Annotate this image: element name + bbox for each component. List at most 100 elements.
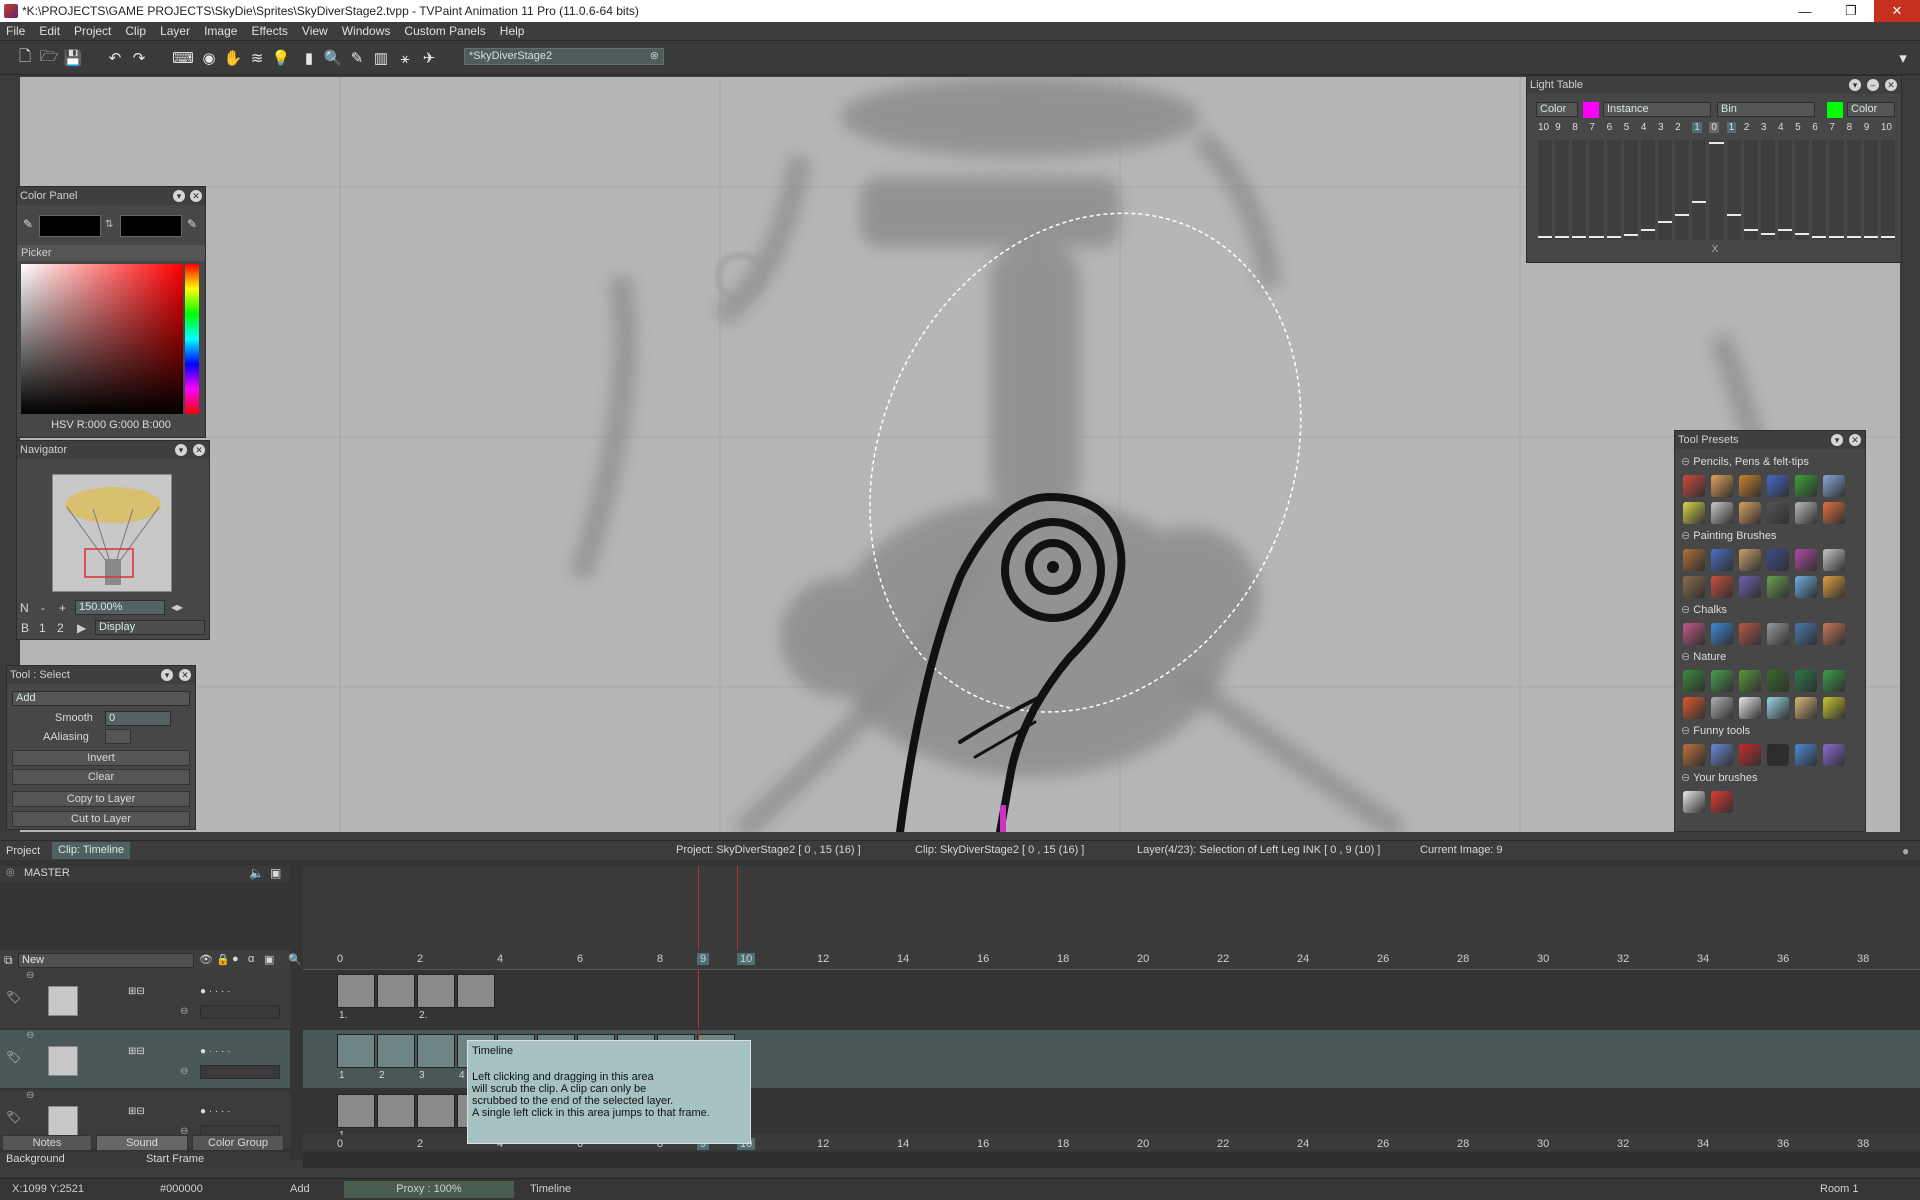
light-table-slider[interactable]	[1709, 140, 1724, 240]
collapse-icon[interactable]: ▾	[1849, 79, 1861, 91]
image-cell[interactable]	[417, 1094, 455, 1128]
alpha-icon[interactable]: α	[248, 953, 254, 965]
new-document-icon[interactable]: 🗋	[16, 48, 34, 67]
image-cell[interactable]	[337, 1094, 375, 1128]
bin-dropdown[interactable]: Bin	[1717, 102, 1815, 117]
collapse-icon[interactable]: ▾	[1831, 434, 1843, 446]
close-window-button[interactable]: ✕	[1874, 0, 1920, 22]
light-table-slider[interactable]	[1606, 140, 1621, 240]
layer-visibility-icon[interactable]: ● · · · ·	[200, 1106, 230, 1117]
master-track[interactable]	[303, 866, 1920, 956]
fit-icon[interactable]: ◂▸	[171, 600, 183, 614]
undo-icon[interactable]: ↶	[106, 49, 124, 67]
brush-preset-icon[interactable]	[1711, 502, 1733, 524]
brush-preset-icon[interactable]	[1767, 697, 1789, 719]
brush-preset-icon[interactable]	[1795, 670, 1817, 692]
secondary-color-swatch[interactable]	[120, 215, 182, 237]
brush-preset-icon[interactable]	[1683, 502, 1705, 524]
copy-to-layer-button[interactable]: Copy to Layer	[12, 791, 190, 807]
brush-preset-icon[interactable]	[1823, 502, 1845, 524]
brush-preset-icon[interactable]	[1795, 744, 1817, 766]
preset-group-header[interactable]: ⊖ Nature	[1681, 650, 1726, 663]
eyedropper-right-icon[interactable]: ✎	[187, 217, 197, 231]
brush-preset-icon[interactable]	[1767, 475, 1789, 497]
layer-mode-icons[interactable]: ⊞⊟	[128, 986, 145, 997]
ruler-icon[interactable]: ▮	[300, 49, 318, 67]
layer-tag-icon[interactable]: 🏷	[6, 1110, 21, 1124]
zoom-in-button[interactable]: +	[59, 601, 66, 615]
menu-edit[interactable]: Edit	[39, 24, 60, 38]
timeline-pin-icon[interactable]: ●	[1902, 844, 1909, 858]
brush-preset-icon[interactable]	[1683, 475, 1705, 497]
brush-preset-icon[interactable]	[1739, 670, 1761, 692]
brush-preset-icon[interactable]	[1795, 697, 1817, 719]
layer-mode-icons[interactable]: ⊞⊟	[128, 1046, 145, 1057]
frame-icon[interactable]: ▣	[264, 953, 274, 966]
layer-header[interactable]: 🏷 ⊖ ⊞⊟ ● · · · · ⊖	[0, 970, 290, 1028]
collapse-group-icon[interactable]: ⊖	[1681, 772, 1693, 784]
image-cell[interactable]	[377, 974, 415, 1008]
light-table-slider[interactable]	[1658, 140, 1673, 240]
layer-opacity-field[interactable]	[200, 1065, 280, 1079]
layer-stack-icon[interactable]: ⧉	[4, 953, 13, 968]
layer-opacity-field[interactable]	[200, 1005, 280, 1019]
layer-header[interactable]: 🏷 ⊖ ⊞⊟ ● · · · · ⊖	[0, 1030, 290, 1088]
menu-project[interactable]: Project	[74, 24, 111, 38]
keyboard-icon[interactable]: ⌨	[172, 49, 194, 67]
brush-preset-icon[interactable]	[1795, 502, 1817, 524]
layer-collapse-icon[interactable]: ⊖	[26, 1030, 34, 1041]
light-table-slider[interactable]	[1812, 140, 1827, 240]
brush-preset-icon[interactable]	[1711, 549, 1733, 571]
light-table-slider[interactable]	[1623, 140, 1638, 240]
brush-tool-icon[interactable]: ✎	[348, 49, 366, 67]
library-icon[interactable]: ▥	[372, 49, 390, 67]
brush-preset-icon[interactable]	[1683, 623, 1705, 645]
brush-preset-icon[interactable]	[1739, 549, 1761, 571]
lightbulb-column-icon[interactable]: ●	[232, 953, 239, 965]
image-cell[interactable]	[337, 1034, 375, 1068]
menu-file[interactable]: File	[6, 24, 25, 38]
menu-help[interactable]: Help	[500, 24, 525, 38]
navigator-1-button[interactable]: 1	[39, 621, 46, 635]
document-tab-close-icon[interactable]: ⊗	[650, 49, 659, 64]
save-icon[interactable]: 💾	[64, 49, 83, 67]
light-table-slider[interactable]	[1538, 140, 1553, 240]
left-mode-dropdown[interactable]: Color	[1536, 102, 1578, 117]
layer-tag-icon[interactable]: 🏷	[6, 990, 21, 1004]
layers-icon[interactable]: ≋	[248, 49, 266, 67]
close-icon[interactable]: ✕	[1885, 79, 1897, 91]
restore-button[interactable]: ❐	[1828, 0, 1874, 22]
brush-preset-icon[interactable]	[1795, 623, 1817, 645]
color-group-tab[interactable]: Color Group	[192, 1135, 284, 1151]
menu-layer[interactable]: Layer	[160, 24, 190, 38]
layer-visibility-icon[interactable]: ● · · · ·	[200, 1046, 230, 1057]
right-mode-dropdown[interactable]: Color	[1847, 102, 1895, 117]
visibility-icon[interactable]: 👁	[199, 953, 213, 966]
brush-preset-icon[interactable]	[1739, 623, 1761, 645]
minimize-button[interactable]: —	[1782, 0, 1828, 22]
zoom-timeline-icon[interactable]: 🔍	[288, 953, 302, 966]
cut-to-layer-button[interactable]: Cut to Layer	[12, 811, 190, 827]
brush-preset-icon[interactable]	[1711, 670, 1733, 692]
new-layer-dropdown[interactable]: New	[18, 953, 194, 968]
collapse-icon[interactable]: ▾	[161, 669, 173, 681]
brush-preset-icon[interactable]	[1767, 670, 1789, 692]
saturation-value-field[interactable]	[21, 264, 183, 414]
primary-color-swatch[interactable]	[39, 215, 101, 237]
collapse-icon[interactable]: ▾	[175, 444, 187, 456]
menu-effects[interactable]: Effects	[251, 24, 287, 38]
zoom-field[interactable]: 150.00%	[75, 600, 165, 615]
sound-tab[interactable]: Sound	[96, 1135, 188, 1151]
background-label[interactable]: Background	[6, 1153, 65, 1165]
tab-clip-timeline[interactable]: Clip: Timeline	[52, 842, 131, 859]
brush-preset-icon[interactable]	[1767, 744, 1789, 766]
light-table-slider[interactable]	[1726, 140, 1741, 240]
image-cell[interactable]	[377, 1094, 415, 1128]
preset-group-header[interactable]: ⊖ Painting Brushes	[1681, 529, 1776, 542]
color-wheel-icon[interactable]: ◉	[200, 49, 218, 67]
image-cell[interactable]	[417, 974, 455, 1008]
right-color-swatch[interactable]	[1827, 102, 1843, 118]
brush-preset-icon[interactable]	[1823, 670, 1845, 692]
document-tab[interactable]: *SkyDiverStage2 ⊗	[464, 48, 664, 65]
light-table-slider[interactable]	[1829, 140, 1844, 240]
